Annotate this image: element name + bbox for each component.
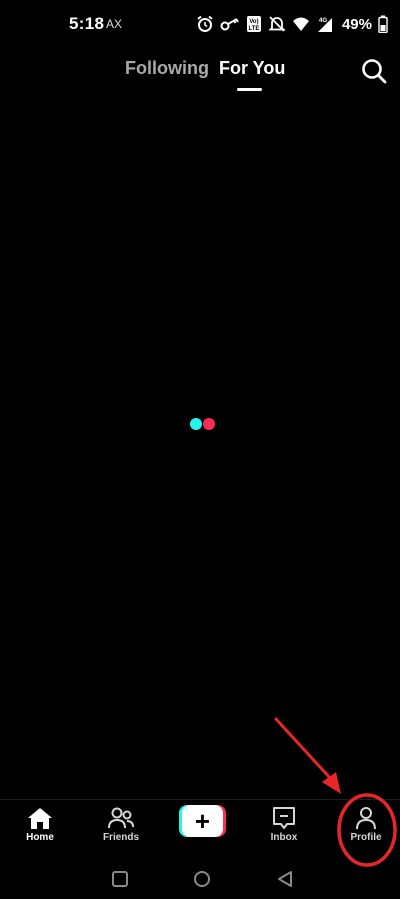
network-label: 4G	[319, 18, 327, 24]
circle-home-icon	[194, 871, 210, 887]
recents-icon	[112, 871, 128, 887]
alarm-icon	[197, 15, 213, 32]
plus-icon: +	[194, 806, 211, 836]
nav-profile[interactable]: Profile	[331, 806, 400, 852]
system-nav-bar	[0, 856, 400, 899]
mute-icon	[268, 16, 286, 32]
nav-home-label: Home	[26, 832, 54, 843]
status-carrier: AX	[106, 17, 123, 31]
volte-icon: Vo) LTE	[246, 16, 261, 32]
profile-icon	[356, 807, 376, 830]
active-tab-indicator	[237, 88, 262, 91]
nav-inbox-label: Inbox	[270, 832, 298, 843]
status-bar: 5:18 AX Vo) LTE 4G 49%	[0, 0, 400, 48]
system-home-button[interactable]	[191, 868, 213, 890]
svg-text:Vo): Vo)	[249, 19, 258, 25]
recents-button[interactable]	[109, 868, 131, 890]
create-button[interactable]: +	[179, 805, 226, 837]
back-triangle-icon	[278, 871, 292, 887]
signal-icon: 4G	[317, 18, 332, 32]
svg-text:LTE: LTE	[249, 26, 260, 32]
battery-icon	[378, 15, 388, 33]
profile-highlight-annotation	[274, 717, 397, 867]
nav-profile-label: Profile	[350, 832, 382, 843]
vpn-key-icon	[220, 18, 239, 31]
nav-inbox[interactable]: Inbox	[249, 806, 319, 852]
home-icon	[28, 808, 52, 829]
battery-percent: 49%	[341, 15, 372, 33]
search-button[interactable]	[359, 56, 389, 86]
loading-dot-cyan	[190, 418, 202, 430]
status-time: 5:18	[69, 14, 105, 33]
friends-icon	[108, 807, 134, 829]
search-icon	[362, 59, 387, 84]
wifi-icon	[292, 17, 309, 31]
nav-home[interactable]: Home	[5, 806, 75, 852]
tab-for-you[interactable]: For You	[219, 58, 285, 79]
nav-friends-label: Friends	[102, 832, 140, 843]
nav-friends[interactable]: Friends	[86, 806, 156, 852]
tab-following[interactable]: Following	[125, 58, 209, 79]
back-button[interactable]	[274, 868, 296, 890]
loading-indicator	[190, 418, 216, 430]
loading-dot-red	[203, 418, 215, 430]
status-icons: Vo) LTE 4G 49%	[196, 13, 388, 35]
annotation-arrow-icon	[274, 717, 333, 781]
feed-tabs: Following For You	[0, 58, 400, 98]
inbox-icon	[273, 807, 295, 829]
